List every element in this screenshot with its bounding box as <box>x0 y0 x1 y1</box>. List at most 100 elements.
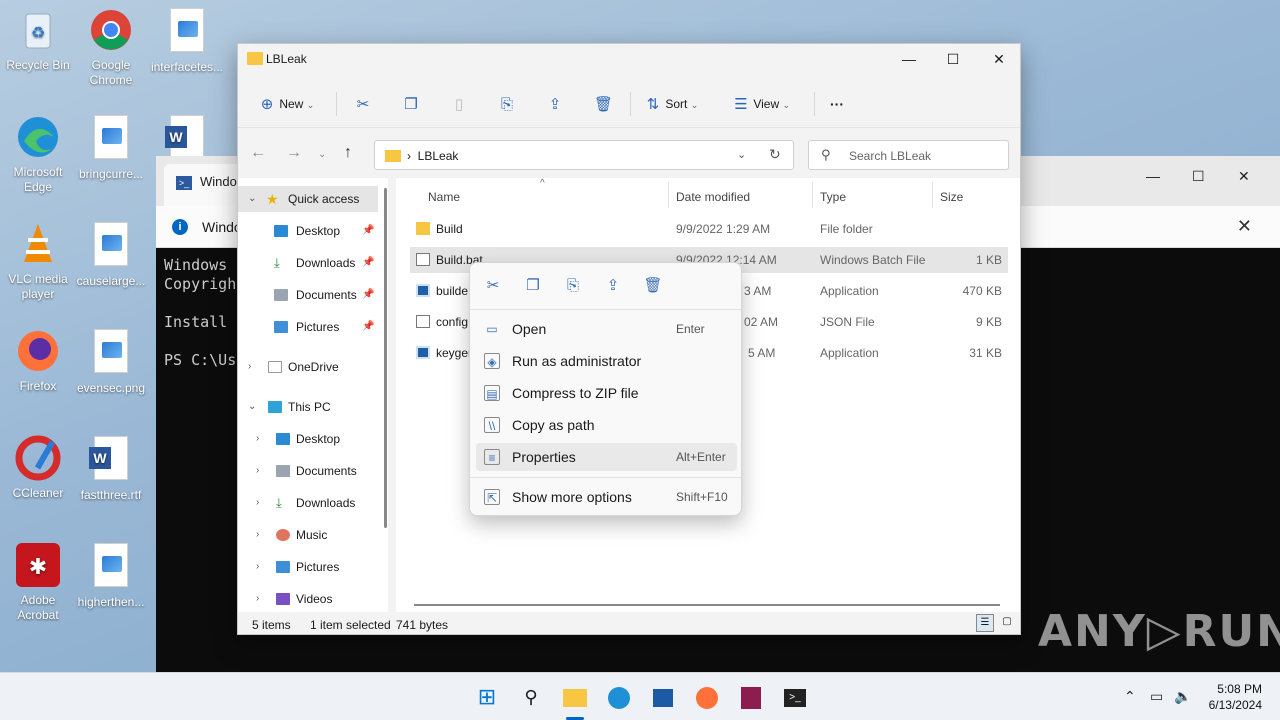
acrobat-icon: ✱ <box>14 541 62 589</box>
desktop-icon-ccleaner[interactable]: CCleaner <box>0 434 76 501</box>
menu-item-run-as-admin[interactable]: ◈ Run as administrator <box>476 347 737 375</box>
desktop-icon-causelarge[interactable]: causelarge... <box>73 220 149 289</box>
desktop-icon-acrobat[interactable]: ✱ Adobe Acrobat <box>0 541 76 623</box>
desktop-icon-label: evensec.png <box>76 381 146 395</box>
firefox-taskbar-icon[interactable] <box>692 682 722 712</box>
menu-item-compress-zip[interactable]: ▤ Compress to ZIP file <box>476 379 737 407</box>
column-header-size[interactable]: Size <box>940 190 963 204</box>
share-icon[interactable]: ⇪ <box>602 275 624 297</box>
trash-icon[interactable]: 🗑 <box>642 275 664 297</box>
store-taskbar-icon[interactable] <box>648 682 678 712</box>
terminal-output[interactable]: Windows Copyrigh Install PS C:\Us <box>164 256 236 370</box>
nav-scrollbar[interactable] <box>384 188 387 528</box>
share-button[interactable]: ⇪ <box>546 92 564 116</box>
column-header-name[interactable]: Name <box>428 190 460 204</box>
horizontal-scrollbar[interactable] <box>414 604 1000 606</box>
rename-button[interactable]: ⎘ <box>498 92 516 116</box>
desktop-icon-bringcurre[interactable]: bringcurre... <box>73 113 149 182</box>
nav-pc-downloads[interactable]: › ⤓ Downloads <box>238 490 378 516</box>
copy-icon[interactable]: ❐ <box>522 275 544 297</box>
desktop-icon-vlc[interactable]: VLC media player <box>0 220 76 302</box>
cut-button[interactable]: ✂ <box>354 92 372 116</box>
delete-button[interactable]: 🗑 <box>594 92 614 116</box>
maximize-button[interactable]: ☐ <box>930 44 976 74</box>
recycle-bin-icon: ♻ <box>14 6 62 54</box>
desktop-icon-fastthree[interactable]: W fastthree.rtf <box>73 434 149 503</box>
network-icon[interactable]: ▭ <box>1150 688 1163 705</box>
clock[interactable]: 5:08 PM 6/13/2024 <box>1209 681 1262 713</box>
chevron-right-icon: › <box>256 593 260 604</box>
desktop-icon-interfacetes[interactable]: interfacetes... <box>149 6 225 75</box>
winrar-taskbar-icon[interactable] <box>736 682 766 712</box>
nav-this-pc[interactable]: ⌄ This PC <box>238 394 378 420</box>
address-bar[interactable]: › LBLeak ⌄ ↻ <box>374 140 794 170</box>
desktop-icon-firefox[interactable]: Firefox <box>0 327 76 394</box>
view-button[interactable]: ☰ View ⌄ <box>732 92 790 116</box>
column-header-type[interactable]: Type <box>820 190 846 204</box>
file-row[interactable]: Build 9/9/2022 1:29 AM File folder <box>410 216 1008 242</box>
close-infobar-icon[interactable]: ✕ <box>1237 216 1252 237</box>
minimize-icon[interactable]: — <box>1146 168 1160 184</box>
start-icon[interactable]: ⊞ <box>472 682 502 712</box>
nav-onedrive[interactable]: › OneDrive <box>238 354 378 380</box>
more-options-button[interactable]: ··· <box>830 92 844 116</box>
nav-pc-documents[interactable]: › Documents <box>238 458 378 484</box>
nav-pc-desktop[interactable]: › Desktop <box>238 426 378 452</box>
pin-icon: 📌 <box>362 257 375 268</box>
nav-pc-music[interactable]: › Music <box>238 522 378 548</box>
nav-pc-videos[interactable]: › Videos <box>238 586 378 612</box>
nav-pc-pictures[interactable]: › Pictures <box>238 554 378 580</box>
sort-button[interactable]: ⇅ Sort ⌄ <box>644 92 699 116</box>
menu-item-open[interactable]: ▭ Open Enter <box>476 315 737 343</box>
terminal-taskbar-icon[interactable]: >_ <box>780 682 810 712</box>
menu-item-properties[interactable]: ≡ Properties Alt+Enter <box>476 443 737 471</box>
explorer-titlebar[interactable]: LBLeak — ☐ ✕ <box>238 44 1020 76</box>
cut-icon[interactable]: ✂ <box>482 275 504 297</box>
close-icon[interactable]: ✕ <box>1238 168 1250 185</box>
maximize-icon[interactable]: ☐ <box>1192 168 1205 185</box>
nav-qa-documents[interactable]: Documents 📌 <box>238 282 378 308</box>
desktop-icon-edge[interactable]: Microsoft Edge <box>0 113 76 195</box>
minimize-button[interactable]: — <box>886 44 932 74</box>
refresh-icon[interactable]: ↻ <box>769 146 781 163</box>
rename-icon[interactable]: ⎘ <box>562 275 584 297</box>
forward-icon[interactable]: → <box>286 144 302 162</box>
back-icon[interactable]: ← <box>250 144 266 162</box>
recent-chevron-icon[interactable]: ⌄ <box>318 149 326 160</box>
edge-taskbar-icon[interactable] <box>604 682 634 712</box>
paste-button[interactable]: ▯ <box>450 92 468 116</box>
menu-item-show-more[interactable]: ⇱ Show more options Shift+F10 <box>476 483 737 511</box>
file-explorer-taskbar-icon[interactable] <box>560 682 590 712</box>
desktop-icon-label: bringcurre... <box>78 167 144 181</box>
nav-qa-downloads[interactable]: ⤓ Downloads 📌 <box>238 250 378 276</box>
chevron-up-icon[interactable]: ⌃ <box>1124 688 1136 705</box>
desktop-icon-recycle-bin[interactable]: ♻ Recycle Bin <box>0 6 76 73</box>
copy-button[interactable]: ❐ <box>402 92 420 116</box>
search-icon[interactable]: ⚲ <box>516 682 546 712</box>
new-button[interactable]: ⊕ New ⌄ <box>258 92 315 116</box>
window-title: LBLeak <box>266 52 307 66</box>
close-button[interactable]: ✕ <box>976 44 1022 74</box>
address-dropdown-icon[interactable]: ⌄ <box>737 148 746 161</box>
menu-item-copy-as-path[interactable]: \\ Copy as path <box>476 411 737 439</box>
shield-icon: ◈ <box>484 353 500 369</box>
tiles-view-icon[interactable]: ▢ <box>998 614 1016 632</box>
details-view-icon[interactable]: ☰ <box>976 614 994 632</box>
desktop-icon-label: higherthen... <box>77 595 145 609</box>
nav-qa-pictures[interactable]: Pictures 📌 <box>238 314 378 340</box>
column-header-date[interactable]: Date modified <box>676 190 750 204</box>
image-file-icon <box>163 8 211 56</box>
up-icon[interactable]: ↑ <box>344 144 352 162</box>
pin-icon: 📌 <box>362 289 375 300</box>
image-file-icon <box>87 329 135 377</box>
desktop-icon-evensec[interactable]: evensec.png <box>73 327 149 396</box>
trash-icon: 🗑 <box>594 95 614 113</box>
nav-qa-desktop[interactable]: Desktop 📌 <box>238 218 378 244</box>
search-box[interactable]: ⚲ Search LBLeak <box>808 140 1009 170</box>
desktop-icon-higherthen[interactable]: higherthen... <box>73 541 149 610</box>
desktop-icon-chrome[interactable]: Google Chrome <box>73 6 149 88</box>
open-icon: ▭ <box>486 322 498 336</box>
nav-quick-access[interactable]: ⌄ ★ Quick access <box>238 186 378 212</box>
desktop-icon-label: fastthree.rtf <box>80 488 142 502</box>
volume-icon[interactable]: 🔈 <box>1174 688 1191 705</box>
